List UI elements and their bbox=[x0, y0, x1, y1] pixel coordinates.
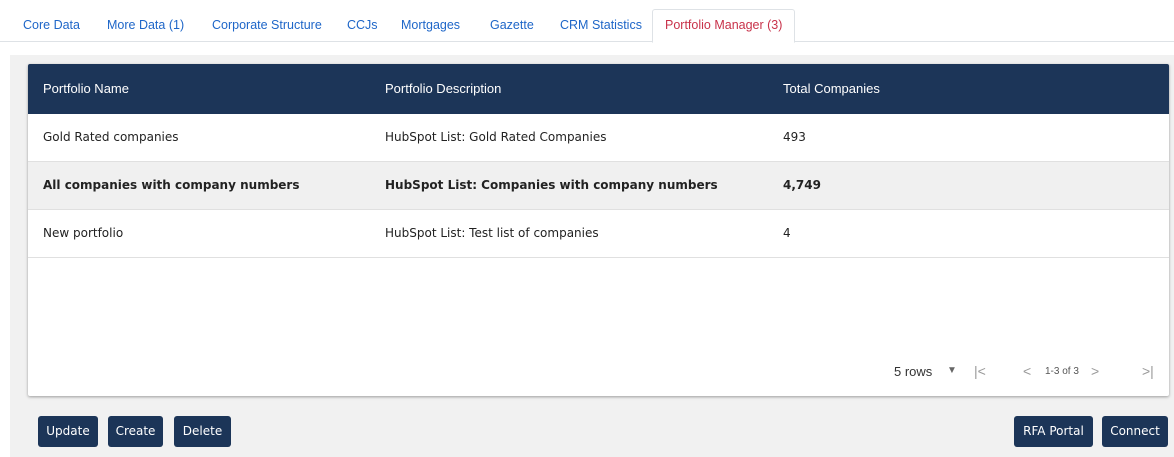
chevron-left-icon[interactable]: < bbox=[1023, 361, 1031, 381]
tab-portfolio-manager[interactable]: Portfolio Manager (3) bbox=[652, 9, 796, 43]
column-header-total-companies[interactable]: Total Companies bbox=[783, 64, 880, 114]
tab-crm-statistics[interactable]: CRM Statistics bbox=[548, 9, 654, 42]
chevron-right-icon[interactable]: > bbox=[1091, 361, 1099, 381]
tab-core-data[interactable]: Core Data bbox=[11, 9, 92, 42]
column-header-portfolio-name[interactable]: Portfolio Name bbox=[43, 64, 129, 114]
cell-portfolio-description: HubSpot List: Gold Rated Companies bbox=[385, 130, 607, 144]
cell-portfolio-description: HubSpot List: Test list of companies bbox=[385, 226, 599, 240]
last-page-icon[interactable]: >| bbox=[1142, 361, 1154, 381]
tab-more-data[interactable]: More Data (1) bbox=[95, 9, 196, 42]
cell-portfolio-name: Gold Rated companies bbox=[43, 130, 179, 144]
cell-total-companies: 4,749 bbox=[783, 178, 821, 192]
create-button[interactable]: Create bbox=[108, 416, 163, 447]
connect-button[interactable]: Connect bbox=[1102, 416, 1168, 447]
cell-portfolio-description: HubSpot List: Companies with company num… bbox=[385, 178, 718, 192]
tab-mortgages[interactable]: Mortgages bbox=[389, 9, 472, 42]
tab-ccjs[interactable]: CCJs bbox=[335, 9, 390, 42]
cell-total-companies: 4 bbox=[783, 226, 791, 240]
first-page-icon[interactable]: |< bbox=[974, 361, 986, 381]
table-row[interactable]: Gold Rated companies HubSpot List: Gold … bbox=[28, 114, 1169, 162]
cell-total-companies: 493 bbox=[783, 130, 806, 144]
table-header: Portfolio Name Portfolio Description Tot… bbox=[28, 64, 1169, 114]
tab-bar: Core Data More Data (1) Corporate Struct… bbox=[0, 0, 1174, 43]
rows-per-page-select[interactable]: 5 rows bbox=[894, 362, 932, 382]
table-row[interactable]: New portfolio HubSpot List: Test list of… bbox=[28, 210, 1169, 258]
table-row[interactable]: All companies with company numbers HubSp… bbox=[28, 162, 1169, 210]
tab-gazette[interactable]: Gazette bbox=[478, 9, 546, 42]
caret-down-icon[interactable]: ▼ bbox=[947, 361, 957, 381]
portfolio-table: Portfolio Name Portfolio Description Tot… bbox=[28, 64, 1169, 396]
cell-portfolio-name: All companies with company numbers bbox=[43, 178, 300, 192]
column-header-portfolio-description[interactable]: Portfolio Description bbox=[385, 64, 501, 114]
pagination-range: 1-3 of 3 bbox=[1045, 366, 1079, 377]
cell-portfolio-name: New portfolio bbox=[43, 226, 124, 240]
delete-button[interactable]: Delete bbox=[174, 416, 231, 447]
rfa-portal-button[interactable]: RFA Portal bbox=[1014, 416, 1093, 447]
tab-corporate-structure[interactable]: Corporate Structure bbox=[200, 9, 334, 42]
update-button[interactable]: Update bbox=[38, 416, 98, 447]
